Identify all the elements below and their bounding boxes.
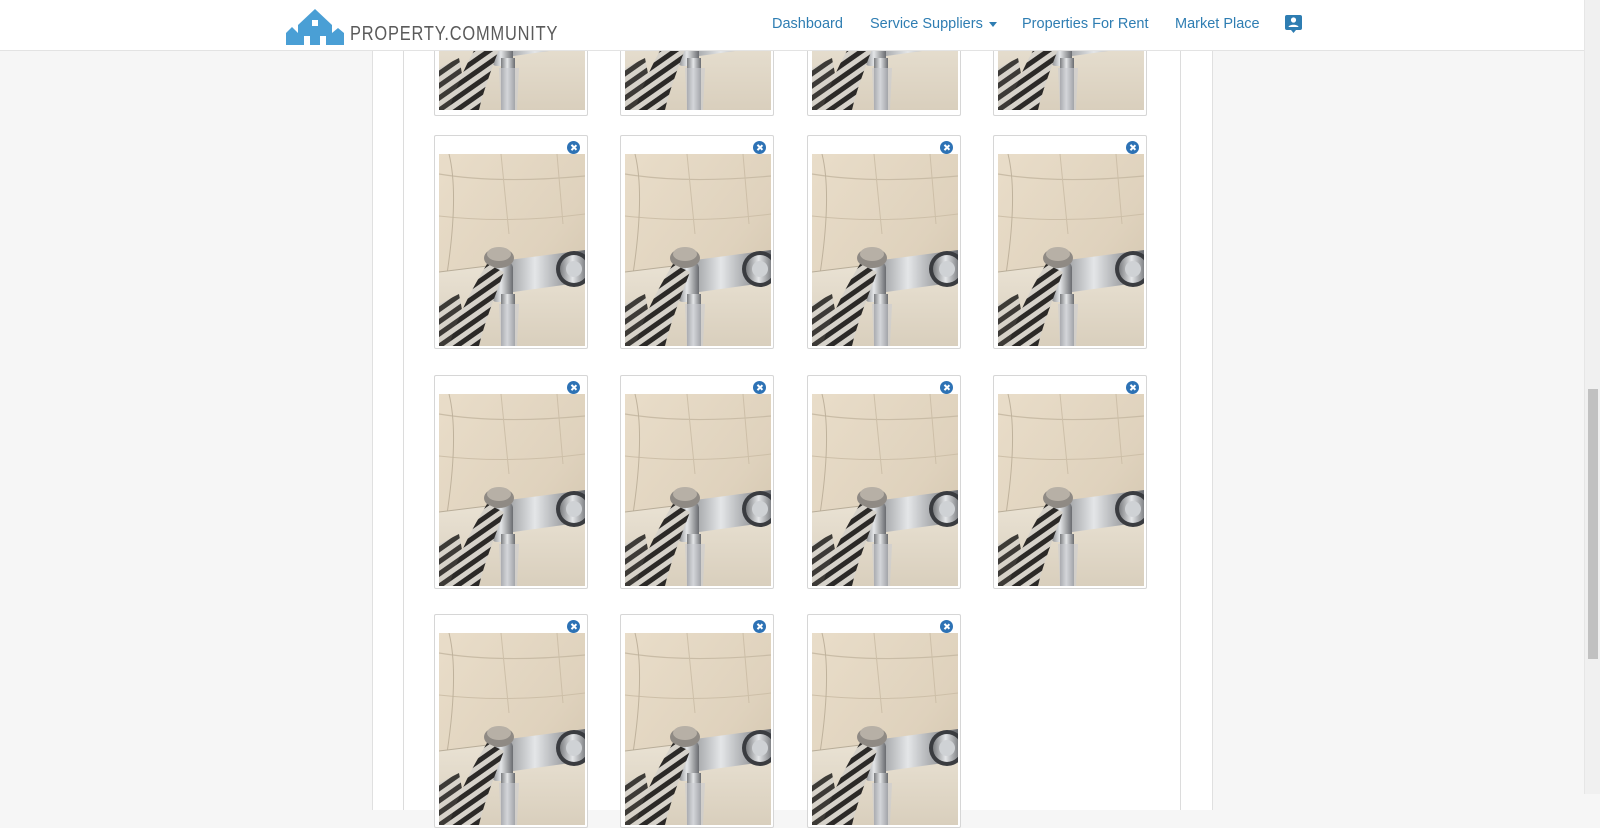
nav-properties-for-rent[interactable]: Properties For Rent xyxy=(1022,16,1149,32)
nav-service-suppliers[interactable]: Service Suppliers xyxy=(870,16,997,32)
gallery-thumbnail[interactable] xyxy=(434,614,588,828)
nav-market-place[interactable]: Market Place xyxy=(1175,16,1260,32)
close-circle-icon[interactable] xyxy=(940,381,953,394)
thumbnail-image[interactable] xyxy=(812,50,958,110)
gallery-thumbnail[interactable] xyxy=(620,50,774,116)
thumbnail-image[interactable] xyxy=(439,50,585,110)
gallery-thumbnail[interactable] xyxy=(434,135,588,349)
close-circle-icon[interactable] xyxy=(567,381,580,394)
thumbnail-image[interactable] xyxy=(812,633,958,825)
thumbnail-image[interactable] xyxy=(625,154,771,346)
thumbnail-image[interactable] xyxy=(439,394,585,586)
close-circle-icon[interactable] xyxy=(1126,381,1139,394)
gallery-thumbnail[interactable] xyxy=(807,135,961,349)
gallery-thumbnail[interactable] xyxy=(993,135,1147,349)
close-circle-icon[interactable] xyxy=(567,141,580,154)
gallery-thumbnail[interactable] xyxy=(434,50,588,116)
scrollbar-thumb[interactable] xyxy=(1588,389,1598,659)
thumbnail-image[interactable] xyxy=(998,394,1144,586)
nav-dashboard[interactable]: Dashboard xyxy=(772,16,843,32)
close-circle-icon[interactable] xyxy=(567,620,580,633)
gallery-thumbnail[interactable] xyxy=(620,135,774,349)
close-circle-icon[interactable] xyxy=(753,620,766,633)
contact-card-icon[interactable] xyxy=(1285,15,1302,33)
thumbnail-image[interactable] xyxy=(439,633,585,825)
thumbnail-image[interactable] xyxy=(812,154,958,346)
gallery-thumbnail[interactable] xyxy=(807,50,961,116)
gallery-thumbnail[interactable] xyxy=(620,375,774,589)
close-circle-icon[interactable] xyxy=(940,141,953,154)
gallery-thumbnail[interactable] xyxy=(807,375,961,589)
gallery-thumbnail[interactable] xyxy=(807,614,961,828)
thumbnail-image[interactable] xyxy=(812,394,958,586)
thumbnail-image[interactable] xyxy=(625,50,771,110)
gallery-thumbnail[interactable] xyxy=(620,614,774,828)
close-circle-icon[interactable] xyxy=(940,620,953,633)
thumbnail-image[interactable] xyxy=(998,50,1144,110)
nav-service-suppliers-label: Service Suppliers xyxy=(870,16,983,32)
top-navbar: PROPERTY.COMMUNITY Dashboard Service Sup… xyxy=(0,0,1584,51)
gallery-thumbnail[interactable] xyxy=(993,50,1147,116)
page-scrollbar[interactable] xyxy=(1584,0,1600,794)
close-circle-icon[interactable] xyxy=(753,141,766,154)
thumbnail-image[interactable] xyxy=(439,154,585,346)
thumbnail-image[interactable] xyxy=(625,394,771,586)
main-navigation: Dashboard Service Suppliers Properties F… xyxy=(0,0,1584,50)
close-circle-icon[interactable] xyxy=(753,381,766,394)
thumbnail-image[interactable] xyxy=(625,633,771,825)
gallery-thumbnail[interactable] xyxy=(434,375,588,589)
thumbnail-image[interactable] xyxy=(998,154,1144,346)
gallery-thumbnail[interactable] xyxy=(993,375,1147,589)
close-circle-icon[interactable] xyxy=(1126,141,1139,154)
caret-down-icon xyxy=(988,21,997,27)
